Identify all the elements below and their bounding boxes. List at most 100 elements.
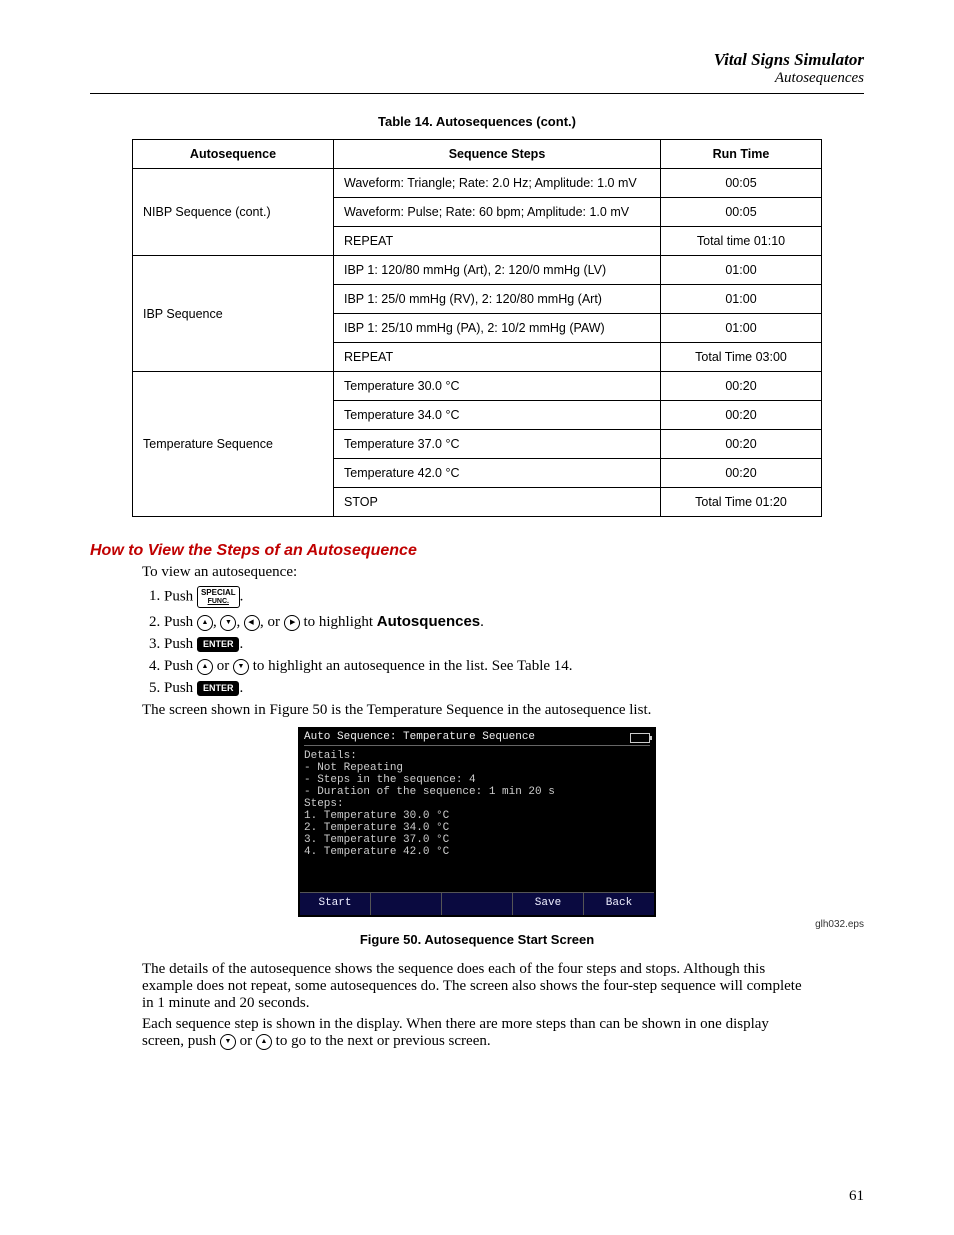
step-text: Push (164, 658, 197, 674)
lcd-title: Auto Sequence: Temperature Sequence (304, 731, 535, 743)
time-cell: 00:05 (661, 198, 822, 227)
softkey-empty (442, 893, 513, 915)
section-heading: How to View the Steps of an Autosequence (90, 542, 864, 560)
paragraph: The details of the autosequence shows th… (142, 961, 802, 1012)
step-cell: Temperature 34.0 °C (334, 401, 661, 430)
softkey-back: Back (584, 893, 654, 915)
section-intro: To view an autosequence: (142, 564, 802, 581)
header-title: Vital Signs Simulator (90, 50, 864, 70)
step-text: . (239, 680, 243, 696)
lcd-screen: Auto Sequence: Temperature Sequence Deta… (298, 727, 656, 917)
page-header: Vital Signs Simulator Autosequences (90, 50, 864, 87)
th-autosequence: Autosequence (133, 140, 334, 169)
paragraph: Each sequence step is shown in the displ… (142, 1016, 802, 1050)
softkey-row: Start Save Back (300, 892, 654, 915)
table-row: Temperature Sequence Temperature 30.0 °C… (133, 372, 822, 401)
softkey-empty (371, 893, 442, 915)
enter-key: ENTER (197, 637, 240, 652)
header-rule (90, 93, 864, 94)
key-line2: FUNC. (208, 598, 229, 605)
group-name-cell: NIBP Sequence (cont.) (133, 169, 334, 256)
step-cell: STOP (334, 488, 661, 517)
group-name-cell: Temperature Sequence (133, 372, 334, 517)
time-cell: 00:20 (661, 459, 822, 488)
down-arrow-icon (233, 659, 249, 675)
step-item: Push or to highlight an autosequence in … (164, 658, 864, 675)
lcd-line: 2. Temperature 34.0 °C (304, 822, 650, 834)
time-cell: 00:20 (661, 401, 822, 430)
lcd-line: - Duration of the sequence: 1 min 20 s (304, 786, 650, 798)
lcd-line: - Not Repeating (304, 762, 650, 774)
table-header-row: Autosequence Sequence Steps Run Time (133, 140, 822, 169)
step-text: , (213, 614, 221, 630)
step-cell: Temperature 30.0 °C (334, 372, 661, 401)
step-cell: REPEAT (334, 343, 661, 372)
time-cell: Total Time 03:00 (661, 343, 822, 372)
key-line1: SPECIAL (201, 588, 236, 597)
right-arrow-icon (284, 615, 300, 631)
step-text: , or (260, 614, 284, 630)
lcd-line: - Steps in the sequence: 4 (304, 774, 650, 786)
step-text: Push (164, 614, 197, 630)
down-arrow-icon (220, 1034, 236, 1050)
time-cell: Total Time 01:20 (661, 488, 822, 517)
after-steps-text: The screen shown in Figure 50 is the Tem… (142, 702, 802, 719)
lcd-line: 3. Temperature 37.0 °C (304, 834, 650, 846)
table-row: NIBP Sequence (cont.) Waveform: Triangle… (133, 169, 822, 198)
eps-label: glh032.eps (90, 919, 864, 930)
step-item: Push SPECIAL FUNC. . (164, 586, 864, 608)
step-text: , (236, 614, 244, 630)
step-cell: IBP 1: 25/10 mmHg (PA), 2: 10/2 mmHg (PA… (334, 314, 661, 343)
step-text: Push (164, 680, 197, 696)
th-sequence-steps: Sequence Steps (334, 140, 661, 169)
group-name-cell: IBP Sequence (133, 256, 334, 372)
autosequence-table: Autosequence Sequence Steps Run Time NIB… (132, 139, 822, 517)
time-cell: 01:00 (661, 285, 822, 314)
softkey-start: Start (300, 893, 371, 915)
table-caption: Table 14. Autosequences (cont.) (90, 114, 864, 129)
lcd-line: 1. Temperature 30.0 °C (304, 810, 650, 822)
figure-caption: Figure 50. Autosequence Start Screen (90, 932, 864, 947)
step-text: to highlight (303, 614, 376, 630)
time-cell: 00:20 (661, 372, 822, 401)
step-cell: Waveform: Triangle; Rate: 2.0 Hz; Amplit… (334, 169, 661, 198)
step-item: Push ENTER. (164, 680, 864, 697)
page-number: 61 (849, 1188, 864, 1205)
time-cell: 00:05 (661, 169, 822, 198)
lcd-line: Details: (304, 750, 650, 762)
step-list: Push SPECIAL FUNC. . Push , , , or to hi… (142, 586, 864, 697)
time-cell: 00:20 (661, 430, 822, 459)
lcd-line: 4. Temperature 42.0 °C (304, 846, 650, 858)
para-text: or (240, 1033, 256, 1049)
lcd-line: Steps: (304, 798, 650, 810)
step-cell: Temperature 37.0 °C (334, 430, 661, 459)
time-cell: Total time 01:10 (661, 227, 822, 256)
enter-key: ENTER (197, 681, 240, 696)
up-arrow-icon (256, 1034, 272, 1050)
special-func-key: SPECIAL FUNC. (197, 586, 240, 608)
th-run-time: Run Time (661, 140, 822, 169)
step-text: to highlight an autosequence in the list… (253, 658, 573, 674)
step-text: or (217, 658, 233, 674)
step-cell: IBP 1: 120/80 mmHg (Art), 2: 120/0 mmHg … (334, 256, 661, 285)
up-arrow-icon (197, 659, 213, 675)
step-text: . (240, 588, 244, 604)
down-arrow-icon (220, 615, 236, 631)
time-cell: 01:00 (661, 256, 822, 285)
para-text: to go to the next or previous screen. (276, 1033, 491, 1049)
up-arrow-icon (197, 615, 213, 631)
softkey-save: Save (513, 893, 584, 915)
step-cell: Waveform: Pulse; Rate: 60 bpm; Amplitude… (334, 198, 661, 227)
step-text: Push (164, 588, 197, 604)
step-text: Push (164, 636, 197, 652)
step-text: . (480, 614, 484, 630)
step-text: . (239, 636, 243, 652)
step-cell: Temperature 42.0 °C (334, 459, 661, 488)
left-arrow-icon (244, 615, 260, 631)
table-row: IBP Sequence IBP 1: 120/80 mmHg (Art), 2… (133, 256, 822, 285)
time-cell: 01:00 (661, 314, 822, 343)
header-subtitle: Autosequences (90, 70, 864, 87)
highlight-word: Autosquences (377, 613, 480, 630)
step-item: Push , , , or to highlight Autosquences. (164, 613, 864, 631)
battery-icon (630, 733, 650, 743)
